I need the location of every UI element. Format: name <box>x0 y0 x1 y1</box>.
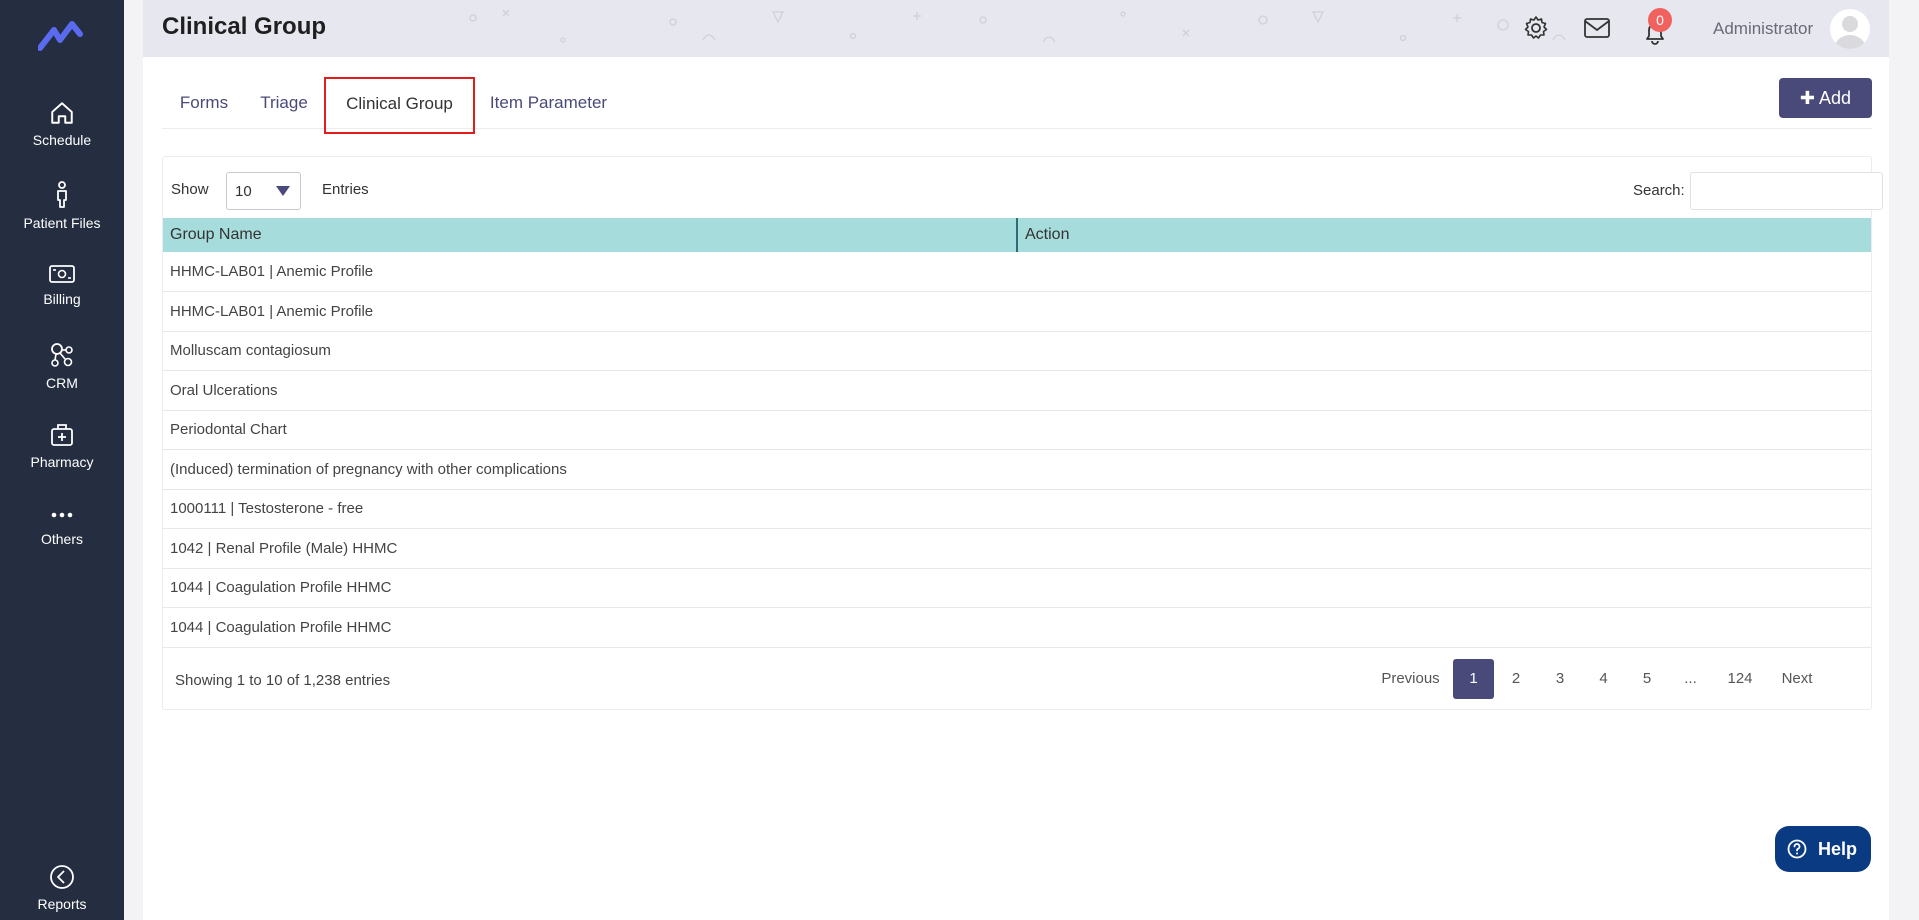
table-row[interactable]: 1044 | Coagulation Profile HHMC <box>163 568 1871 608</box>
logo-icon <box>38 21 83 51</box>
column-header-action[interactable]: Action <box>1016 218 1871 252</box>
table-row[interactable]: HHMC-LAB01 | Anemic Profile <box>163 252 1871 292</box>
sidebar-item-label: Schedule <box>32 132 92 148</box>
pagination-next[interactable]: Next <box>1768 659 1826 699</box>
sidebar-item-label: Patient Files <box>23 215 101 231</box>
add-button-label: Add <box>1819 88 1852 108</box>
help-button[interactable]: Help <box>1775 826 1871 872</box>
action-cell <box>1017 568 1871 608</box>
table-row[interactable]: (Induced) termination of pregnancy with … <box>163 449 1871 490</box>
home-icon <box>51 102 73 124</box>
gear-icon[interactable] <box>1523 15 1549 41</box>
party-pattern-icon <box>469 9 1566 43</box>
table-row[interactable]: 1044 | Coagulation Profile HHMC <box>163 607 1871 648</box>
sidebar-item-label: Billing <box>43 291 81 307</box>
caret-down-icon <box>276 186 290 196</box>
pagination-page-2[interactable]: 2 <box>1494 659 1538 699</box>
sidebar-item-schedule[interactable]: Schedule <box>0 100 124 148</box>
search-label: Search: <box>1633 182 1685 199</box>
group-name-cell: Molluscam contagiosum <box>163 331 1017 371</box>
table-card: Show 10 Entries Search: Group Name Actio… <box>162 156 1883 710</box>
group-name-cell: (Induced) termination of pregnancy with … <box>163 449 1017 490</box>
action-cell <box>1017 449 1871 490</box>
tab-forms[interactable]: Forms <box>162 77 246 134</box>
sidebar-item-label: Others <box>40 531 83 547</box>
pagination-page-4[interactable]: 4 <box>1582 659 1625 699</box>
table-row[interactable]: 1042 | Renal Profile (Male) HHMC <box>163 528 1871 569</box>
sidebar-item-reports[interactable]: Reports <box>0 864 124 912</box>
action-cell <box>1017 489 1871 529</box>
entries-label: Entries <box>322 181 369 198</box>
data-table: Group Name Action HHMC-LAB01 | Anemic Pr… <box>163 218 1871 648</box>
entries-select-value: 10 <box>235 183 252 200</box>
user-name[interactable]: Administrator <box>1713 19 1813 39</box>
more-dots-icon <box>51 512 73 518</box>
group-name-cell: HHMC-LAB01 | Anemic Profile <box>163 291 1017 332</box>
header-bar: Clinical Group 0 Administrator <box>143 0 1889 57</box>
medical-bag-icon <box>51 424 73 446</box>
show-label: Show <box>171 181 209 198</box>
mail-icon[interactable] <box>1583 16 1611 40</box>
person-icon <box>57 181 67 208</box>
pagination-page-3[interactable]: 3 <box>1538 659 1582 699</box>
action-cell <box>1017 607 1871 648</box>
action-cell <box>1017 410 1871 450</box>
avatar[interactable] <box>1830 9 1870 49</box>
tab-triage[interactable]: Triage <box>246 77 322 134</box>
sidebar-item-patient-files[interactable]: Patient Files <box>0 181 124 231</box>
group-name-cell: 1000111 | Testosterone - free <box>163 489 1017 529</box>
search-input[interactable] <box>1690 172 1883 210</box>
question-circle-icon <box>1787 839 1807 859</box>
table-row[interactable]: Molluscam contagiosum <box>163 331 1871 371</box>
pagination-page-124[interactable]: 124 <box>1712 659 1768 699</box>
table-row[interactable]: 1000111 | Testosterone - free <box>163 489 1871 529</box>
group-name-cell: HHMC-LAB01 | Anemic Profile <box>163 252 1017 292</box>
sidebar: Schedule Patient Files Billing CRM Pharm… <box>0 0 124 920</box>
sidebar-item-others[interactable]: Others <box>0 505 124 547</box>
sidebar-item-label: Reports <box>37 896 87 912</box>
group-name-cell: Oral Ulcerations <box>163 370 1017 411</box>
help-label: Help <box>1818 839 1858 859</box>
sidebar-item-label: Pharmacy <box>30 454 94 470</box>
action-cell <box>1017 370 1871 411</box>
group-name-cell: Periodontal Chart <box>163 410 1017 450</box>
sidebar-item-billing[interactable]: Billing <box>0 263 124 307</box>
group-name-cell: 1044 | Coagulation Profile HHMC <box>163 607 1017 648</box>
sidebar-item-crm[interactable]: CRM <box>0 341 124 391</box>
tab-item-parameter[interactable]: Item Parameter <box>482 77 615 134</box>
table-row[interactable]: Oral Ulcerations <box>163 370 1871 411</box>
table-row[interactable]: Periodontal Chart <box>163 410 1871 450</box>
table-row[interactable]: HHMC-LAB01 | Anemic Profile <box>163 291 1871 332</box>
pagination-page-5[interactable]: 5 <box>1625 659 1669 699</box>
main-panel: Clinical Group 0 Administrator Forms Tri… <box>143 0 1889 920</box>
pagination-previous[interactable]: Previous <box>1373 659 1448 699</box>
sidebar-item-label: CRM <box>46 375 78 391</box>
pagination-page-1[interactable]: 1 <box>1453 659 1494 699</box>
group-name-cell: 1042 | Renal Profile (Male) HHMC <box>163 528 1017 569</box>
column-header-group-name[interactable]: Group Name <box>163 218 1017 252</box>
plus-icon: ✚ <box>1799 88 1816 108</box>
tab-clinical-group[interactable]: Clinical Group <box>324 77 475 134</box>
page-title: Clinical Group <box>162 13 327 40</box>
network-icon <box>51 343 73 367</box>
back-circle-icon <box>50 865 74 889</box>
add-button[interactable]: ✚ Add <box>1779 78 1872 118</box>
user-avatar-icon <box>1834 16 1866 49</box>
pagination-ellipsis: ... <box>1684 670 1697 687</box>
table-info: Showing 1 to 10 of 1,238 entries <box>175 672 391 689</box>
entries-select[interactable]: 10 <box>226 172 301 210</box>
tab-bar: Forms Triage Clinical Group Item Paramet… <box>162 77 1872 134</box>
money-icon <box>49 265 75 283</box>
action-cell <box>1017 331 1871 371</box>
notification-badge: 0 <box>1648 8 1672 32</box>
action-cell <box>1017 252 1871 292</box>
group-name-cell: 1044 | Coagulation Profile HHMC <box>163 568 1017 608</box>
table-header-row: Group Name Action <box>163 218 1871 252</box>
action-cell <box>1017 291 1871 332</box>
sidebar-item-pharmacy[interactable]: Pharmacy <box>0 422 124 470</box>
action-cell <box>1017 528 1871 569</box>
